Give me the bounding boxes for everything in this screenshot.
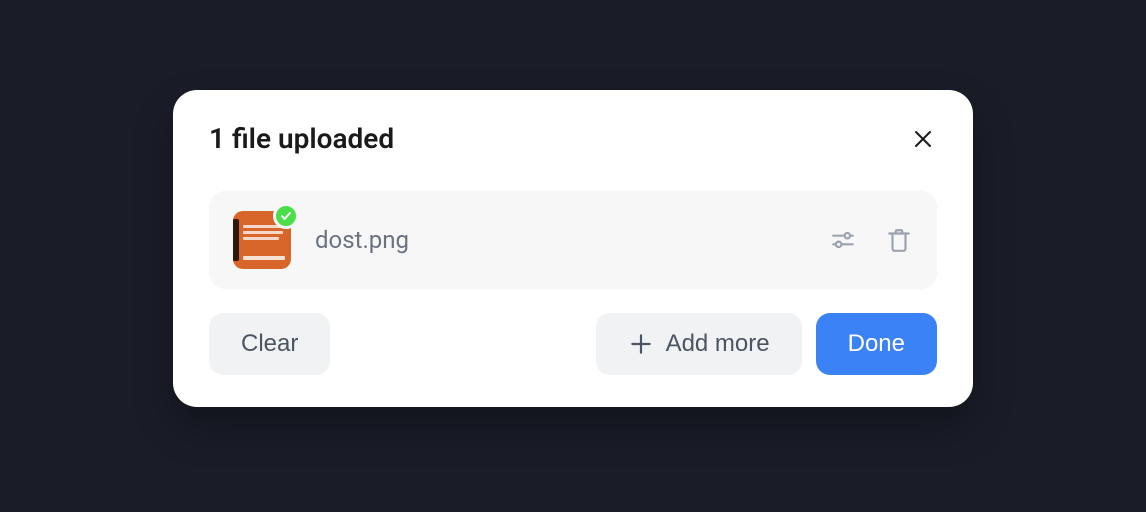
plus-icon bbox=[628, 331, 654, 357]
file-item: dost.png bbox=[209, 191, 937, 289]
upload-modal: 1 file uploaded bbox=[173, 90, 973, 407]
clear-label: Clear bbox=[241, 330, 298, 358]
delete-file-button[interactable] bbox=[885, 226, 913, 254]
add-more-button[interactable]: Add more bbox=[596, 313, 802, 375]
close-button[interactable] bbox=[909, 125, 937, 153]
clear-button[interactable]: Clear bbox=[209, 313, 330, 375]
sliders-icon bbox=[830, 227, 856, 253]
check-icon bbox=[280, 210, 292, 222]
file-name: dost.png bbox=[315, 226, 805, 254]
trash-icon bbox=[886, 227, 912, 253]
edit-file-button[interactable] bbox=[829, 226, 857, 254]
file-thumbnail bbox=[233, 211, 291, 269]
file-actions bbox=[829, 226, 913, 254]
add-more-label: Add more bbox=[666, 330, 770, 358]
modal-footer: Clear Add more Done bbox=[209, 313, 937, 375]
success-badge bbox=[273, 203, 299, 229]
done-button[interactable]: Done bbox=[816, 313, 937, 375]
close-icon bbox=[911, 127, 935, 151]
done-label: Done bbox=[848, 330, 905, 358]
modal-title: 1 file uploaded bbox=[209, 122, 394, 155]
modal-header: 1 file uploaded bbox=[209, 122, 937, 155]
